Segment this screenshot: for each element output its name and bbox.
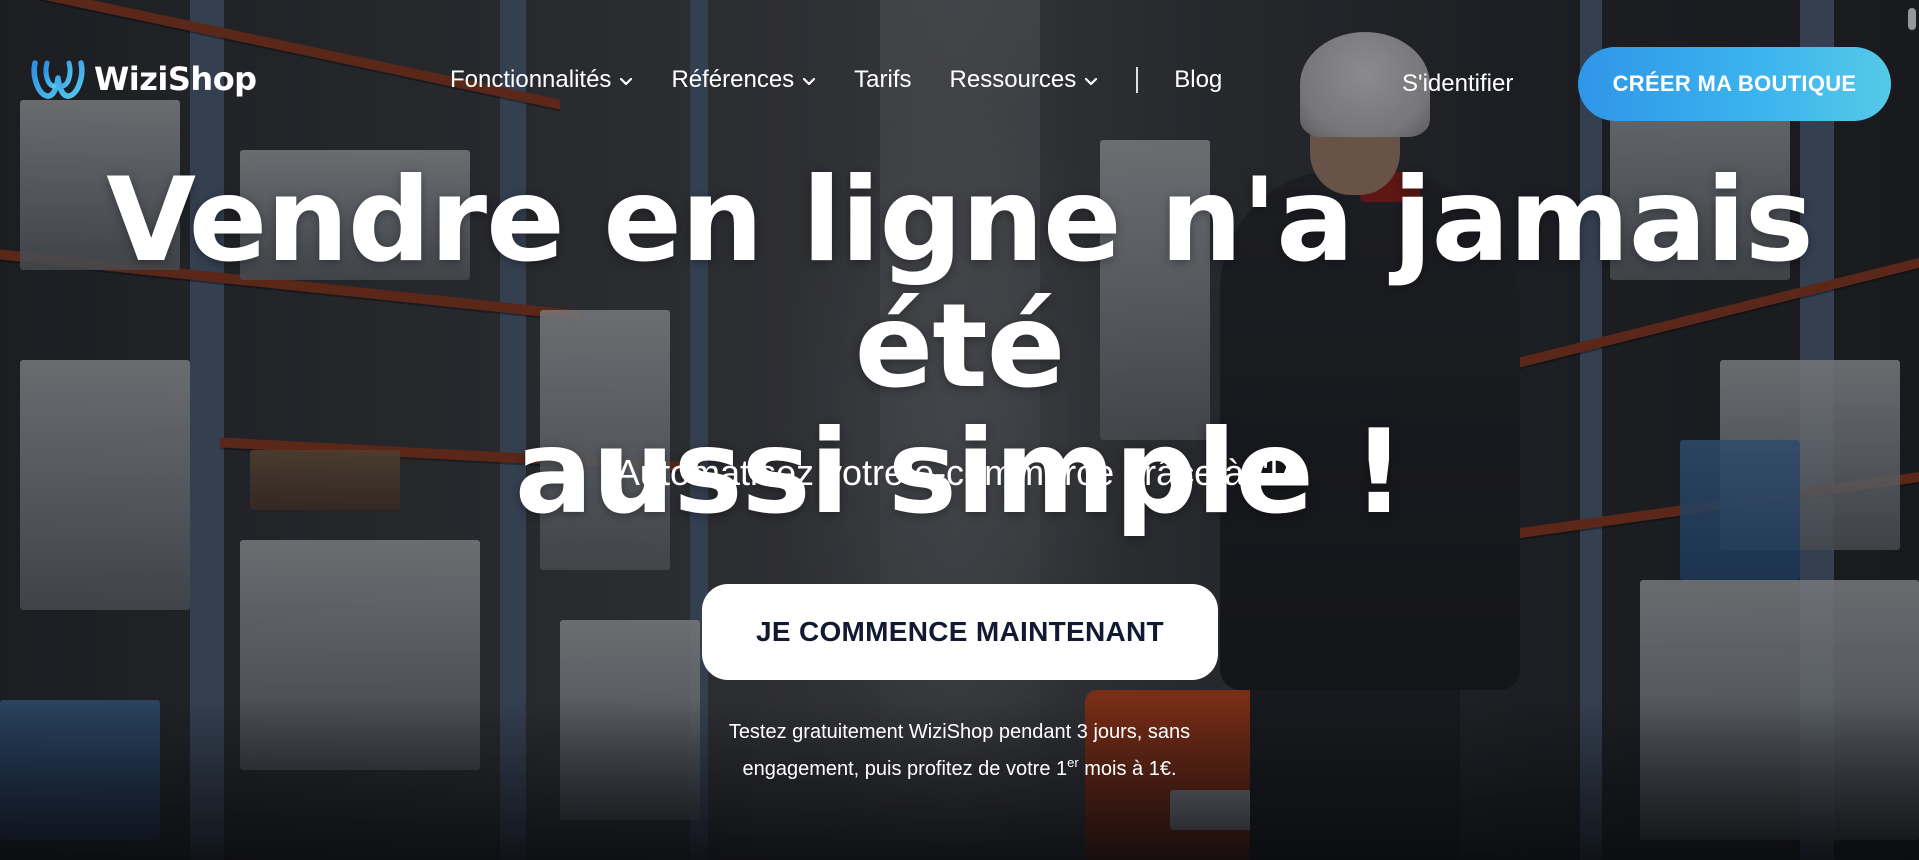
nav-item-label: Ressources: [949, 66, 1077, 93]
start-now-button[interactable]: JE COMMENCE MAINTENANT: [702, 584, 1218, 680]
main-nav: Fonctionnalités Références Tarifs Ressou…: [450, 66, 1260, 94]
brand-logo-link[interactable]: WiziShop: [30, 56, 257, 102]
chevron-down-icon: [803, 77, 816, 86]
brand-name: WiziShop: [94, 60, 257, 98]
hero-subtitle: Automatisez votre e-commerce grâce à l'I…: [615, 452, 1304, 493]
nav-item-tarifs[interactable]: Tarifs: [854, 66, 911, 94]
site-header: WiziShop Fonctionnalités Références Tari…: [0, 0, 1919, 168]
trial-note: Testez gratuitement WiziShop pendant 3 j…: [0, 714, 1919, 788]
trial-note-superscript: er: [1067, 755, 1079, 770]
nav-item-label: Blog: [1174, 66, 1223, 93]
trial-note-line-2-end: mois à 1€.: [1078, 758, 1177, 780]
nav-item-label: Fonctionnalités: [450, 66, 612, 93]
chevron-down-icon: [1085, 77, 1098, 86]
trial-note-line-2-start: engagement, puis profitez de votre 1: [742, 758, 1068, 780]
create-shop-button[interactable]: CRÉER MA BOUTIQUE: [1578, 47, 1891, 121]
trial-note-line-1: Testez gratuitement WiziShop pendant 3 j…: [728, 721, 1191, 743]
nav-item-ressources[interactable]: Ressources: [950, 66, 1099, 94]
nav-item-fonctionnalites[interactable]: Fonctionnalités: [450, 66, 633, 94]
hero-title-line-1: Vendre en ligne n'a jamais été: [106, 153, 1814, 414]
nav-item-label: Références: [671, 66, 795, 93]
scrollbar-thumb[interactable]: [1908, 8, 1916, 30]
login-link[interactable]: S'identifier: [1402, 70, 1513, 98]
chevron-down-icon: [620, 77, 633, 86]
nav-item-blog[interactable]: Blog: [1174, 66, 1222, 94]
nav-item-label: Tarifs: [854, 66, 912, 93]
nav-item-references[interactable]: Références: [671, 66, 816, 94]
nav-divider: [1136, 67, 1139, 93]
wizishop-w-logo-icon: [31, 60, 85, 99]
